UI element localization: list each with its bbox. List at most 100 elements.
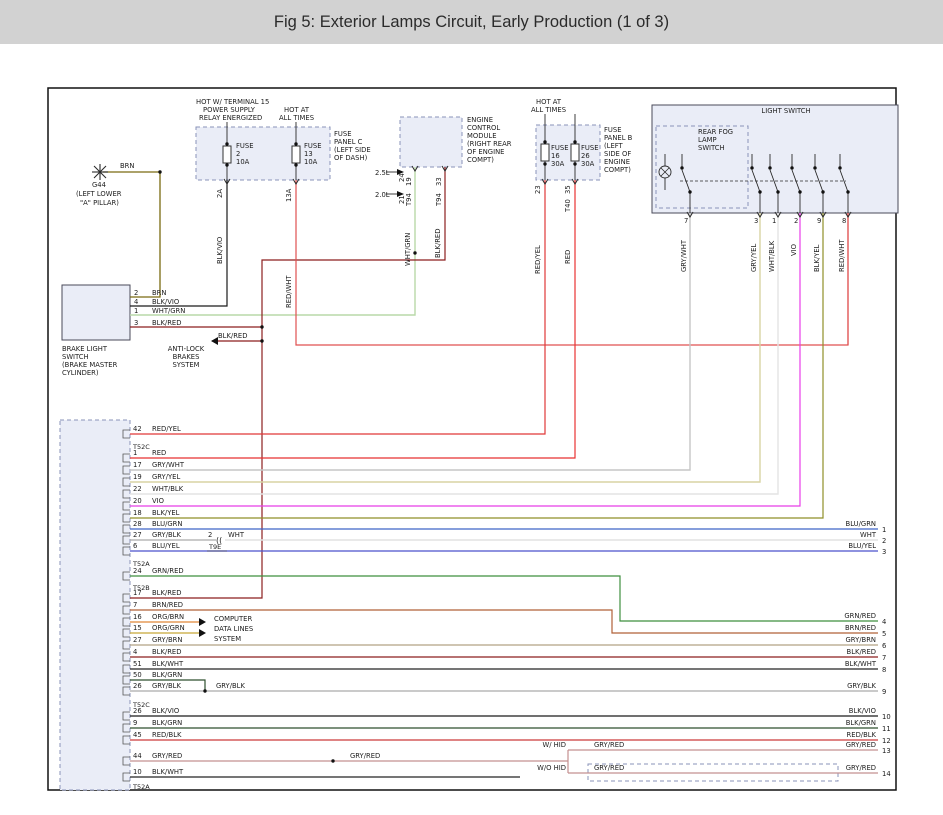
diagram-label: ENGINE xyxy=(467,116,493,124)
diagram-label: GRY/RED xyxy=(350,752,380,760)
diagram-label: CONTROL xyxy=(467,124,500,132)
junction-dot xyxy=(798,190,801,193)
diagram-label: G44 xyxy=(92,181,106,189)
diagram-label: (LEFT LOWER xyxy=(76,190,122,198)
diagram-label: DATA LINES xyxy=(214,625,253,633)
diagram-label: 26 xyxy=(133,707,142,715)
diagram-label: 23 xyxy=(534,185,542,194)
diagram-label: 50 xyxy=(133,671,142,679)
diagram-label: 22 xyxy=(133,485,142,493)
diagram-label: 2.0L xyxy=(375,191,390,199)
diagram-label: 4 xyxy=(133,648,137,656)
diagram-label: GRY/YEL xyxy=(152,473,180,481)
diagram-label: 10A xyxy=(304,158,318,166)
diagram-label: WHT/GRN xyxy=(152,307,185,315)
diagram-label: 18 xyxy=(133,509,142,517)
fuse-symbol xyxy=(571,144,579,161)
diagram-label: FUSE xyxy=(334,130,352,138)
diagram-label: COMPT) xyxy=(467,156,494,164)
junction-dot xyxy=(203,689,206,692)
diagram-label: W/O HID xyxy=(537,764,566,772)
diagram-label: 7 xyxy=(684,217,688,225)
junction-dot xyxy=(543,162,546,165)
wire-brake-4-blkvio xyxy=(130,180,227,306)
diagram-label: 35 xyxy=(564,185,572,194)
diagram-label: 45 xyxy=(133,731,142,739)
diagram-label: BLK/VIO xyxy=(152,707,179,715)
diagram-label: 3 xyxy=(134,319,138,327)
diagram-label: 14 xyxy=(882,770,891,778)
diagram-label: BLK/VIO xyxy=(849,707,876,715)
diagram-label: 2 xyxy=(236,150,240,158)
diagram-label: FUSE xyxy=(236,142,254,150)
diagram-label: GRY/BLK xyxy=(152,531,181,539)
diagram-label: 13A xyxy=(285,188,293,202)
diagram-label: (LEFT xyxy=(604,142,624,150)
diagram-label: 5 xyxy=(882,630,886,638)
diagram-label: FUSE xyxy=(604,126,622,134)
diagram-label: RED/BLK xyxy=(847,731,877,739)
diagram-label: T94 xyxy=(405,193,413,207)
diagram-label: 19 xyxy=(405,177,413,186)
diagram-label: BRN/RED xyxy=(845,624,876,632)
diagram-label: FUSE xyxy=(304,142,322,150)
diagram-label: 1 xyxy=(134,307,138,315)
diagram-label: BLK/YEL xyxy=(152,509,180,517)
diagram-label: GRN/RED xyxy=(844,612,876,620)
diagram-label: 33 xyxy=(435,177,443,186)
computer-data-arrow-1 xyxy=(199,618,206,626)
diagram-label: 1 xyxy=(772,217,776,225)
diagram-label: BLK/RED xyxy=(847,648,876,656)
diagram-label: 42 xyxy=(133,425,142,433)
fuse-symbol xyxy=(223,146,231,163)
diagram-label: MODULE xyxy=(467,132,497,140)
junction-dot xyxy=(821,190,824,193)
diagram-label: 16 xyxy=(133,613,142,621)
wire-brake-1-whtgrn xyxy=(130,167,415,315)
junction-dot xyxy=(838,166,841,169)
diagram-label: BRN/RED xyxy=(152,601,183,609)
junction-dot xyxy=(260,339,263,342)
junction-dot xyxy=(294,142,297,145)
diagram-label: BLK/RED xyxy=(152,319,181,327)
wire-switch9-blkyel xyxy=(130,213,823,518)
diagram-label: 12 xyxy=(882,737,891,745)
light-switch-box xyxy=(652,105,898,213)
junction-dot xyxy=(758,190,761,193)
diagram-label: 9 xyxy=(882,688,886,696)
diagram-label: T9E xyxy=(208,543,221,551)
diagram-label: 11 xyxy=(882,725,891,733)
diagram-label: RED/YEL xyxy=(534,245,542,274)
junction-dot xyxy=(413,251,416,254)
diagram-label: WHT xyxy=(860,531,877,539)
diagram-label: HOT AT xyxy=(284,106,310,114)
diagram-label: BLK/VIO xyxy=(152,298,179,306)
diagram-label: RELAY ENERGIZED xyxy=(199,114,262,122)
diagram-label: 28 xyxy=(133,520,142,528)
diagram-label: WHT/GRN xyxy=(404,233,412,266)
junction-dot xyxy=(573,140,576,143)
diagram-label: BLU/GRN xyxy=(846,520,876,528)
diagram-label: BLK/RED xyxy=(152,589,181,597)
diagram-label: GRY/RED xyxy=(152,752,182,760)
diagram-label: BLK/WHT xyxy=(845,660,877,668)
diagram-label: HOT AT xyxy=(536,98,562,106)
junction-dot xyxy=(543,140,546,143)
diagram-label: BRAKES xyxy=(173,353,200,361)
diagram-label: BLU/YEL xyxy=(152,542,180,550)
computer-data-arrow-2 xyxy=(199,629,206,637)
diagram-label: 8 xyxy=(842,217,846,225)
diagram-label: POWER SUPPLY xyxy=(203,106,256,114)
diagram-label: GRY/BLK xyxy=(216,682,245,690)
diagram-label: GRY/WHT xyxy=(152,461,185,469)
diagram-label: WHT/BLK xyxy=(768,240,776,272)
diagram-label: WHT/BLK xyxy=(152,485,184,493)
diagram-label: SYSTEM xyxy=(172,361,199,369)
junction-dot xyxy=(294,163,297,166)
diagram-label: 1 xyxy=(133,449,137,457)
junction-dot xyxy=(573,162,576,165)
diagram-label: SIDE OF xyxy=(604,150,631,158)
diagram-label: 8 xyxy=(882,666,886,674)
diagram-label: 24 xyxy=(133,567,142,575)
diagram-label: SWITCH xyxy=(698,144,725,152)
